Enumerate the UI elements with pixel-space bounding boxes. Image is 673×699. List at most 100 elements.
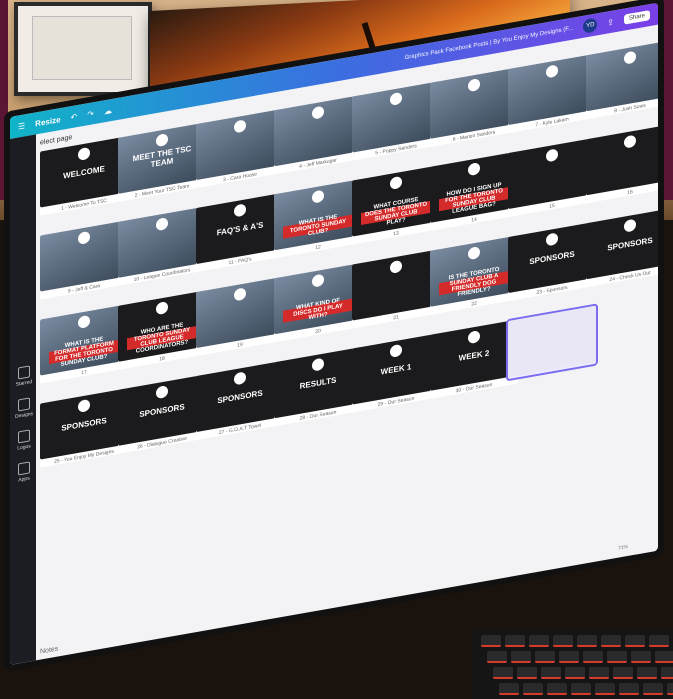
club-logo-icon	[312, 273, 324, 288]
page-grid: WELCOME 1 - Welcome To TSC MEET THE TSC TE…	[40, 39, 658, 639]
club-logo-icon	[546, 64, 558, 79]
club-logo-icon	[312, 189, 324, 204]
page-thumbnail[interactable]: 15	[508, 137, 596, 218]
page-thumbnail[interactable]: WHAT IS THE FORMAT PLATFORM FOR THE TORO…	[40, 304, 128, 384]
page-thumbnail[interactable]: WEEK 2 30 - Our Season	[430, 319, 518, 399]
resize-button[interactable]: Resize	[35, 115, 60, 128]
page-thumbnail[interactable]: 16	[586, 123, 658, 204]
page-thumbnail[interactable]: 19	[196, 276, 284, 357]
club-logo-icon	[624, 134, 636, 149]
page-thumbnail[interactable]: 8 - Josh Sows	[586, 39, 658, 120]
keyboard-key	[631, 651, 651, 663]
page-thumbnail-text	[626, 159, 634, 160]
page-thumbnail-text	[392, 284, 400, 285]
share-button[interactable]: Share	[623, 10, 650, 25]
page-thumbnail[interactable]: WHAT KIND OF DISCS DO I PLAY WITH? 20	[274, 262, 362, 343]
page-thumbnail-text	[548, 89, 556, 90]
page-thumbnail[interactable]: FAQ'S & A'S 11 - FAQ's	[196, 192, 284, 273]
sidebar-item-label: Apps	[18, 475, 30, 484]
club-logo-icon	[624, 218, 636, 233]
page-thumbnail[interactable]	[506, 303, 598, 382]
page-thumbnail-text	[626, 75, 634, 76]
menu-icon[interactable]: ☰	[18, 121, 25, 131]
editor-sidebar: Starred Designs Logos Apps	[10, 134, 36, 665]
page-thumbnail[interactable]: 9 - Jeff & Cara	[40, 220, 128, 300]
club-logo-icon	[624, 50, 636, 65]
page-thumbnail-text	[392, 116, 400, 117]
club-logo-icon	[468, 78, 480, 93]
keyboard-key	[523, 683, 543, 695]
page-thumbnail-image: SPONSORS	[586, 207, 658, 280]
keyboard-key	[565, 667, 585, 679]
keyboard-key	[505, 635, 525, 647]
page-thumbnail-text: SPONSORS	[139, 401, 185, 419]
keyboard-key	[637, 667, 657, 679]
page-thumbnail-text	[548, 173, 556, 174]
page-thumbnail[interactable]: HOW DO I SIGN UP FOR THE TORONTO SUNDAY …	[430, 151, 518, 231]
keyboard-key	[547, 683, 567, 695]
page-thumbnail[interactable]: RESULTS 28 - Our Season	[274, 346, 362, 427]
page-thumbnail[interactable]: 3 - Cara Hoose	[196, 108, 284, 189]
zoom-level[interactable]: 71%	[618, 544, 628, 552]
keyboard-key	[661, 667, 673, 679]
keyboard-key	[487, 651, 507, 663]
club-logo-icon	[234, 287, 246, 302]
club-logo-icon	[390, 343, 402, 358]
page-thumbnail[interactable]: MEET THE TSC TEAM 2 - Meet Your TSC Team	[118, 122, 206, 202]
club-logo-icon	[78, 146, 90, 161]
page-thumbnail[interactable]: 10 - League Coordinators	[118, 206, 206, 286]
page-thumbnail[interactable]: SPONSORS 23 - Sponsors	[508, 221, 596, 302]
club-logo-icon	[156, 133, 168, 148]
undo-icon[interactable]: ↶	[71, 112, 78, 122]
page-thumbnail[interactable]: WELCOME 1 - Welcome To TSC	[40, 136, 128, 216]
page-thumbnail[interactable]: SPONSORS 25 - You Enjoy My Designs	[40, 388, 128, 468]
page-thumbnail-text	[80, 255, 88, 256]
keyboard-key	[517, 667, 537, 679]
club-logo-icon	[234, 119, 246, 134]
page-thumbnail-image	[586, 39, 658, 112]
club-logo-icon	[468, 162, 480, 177]
keyboard-key	[589, 667, 609, 679]
keyboard-key	[493, 667, 513, 679]
page-thumbnail[interactable]: SPONSORS 26 - Dialogue Creative	[118, 374, 206, 454]
cloud-save-icon[interactable]: ☁	[104, 105, 112, 115]
page-thumbnail[interactable]: IS THE TORONTO SUNDAY CLUB A FRIENDLY DO…	[430, 235, 518, 315]
keyboard-key	[583, 651, 603, 663]
logo-icon	[18, 429, 30, 444]
laptop-screen-bezel: ☰ Resize ↶ ↷ ☁ Graphics Pack Facebook Po…	[4, 0, 664, 672]
page-thumbnail-image	[586, 123, 658, 196]
page-thumbnail[interactable]: 5 - Poppy Sanders	[352, 81, 440, 161]
page-thumbnail[interactable]: WHO ARE THE TORONTO SUNDAY CLUB LEAGUE C…	[118, 290, 206, 370]
share-icon[interactable]: ⇪	[607, 17, 614, 27]
keyboard-key	[499, 683, 519, 695]
page-thumbnail[interactable]: WHAT COURSE DOES THE TORONTO SUNDAY CLUB…	[352, 165, 440, 245]
sidebar-item-apps[interactable]: Apps	[14, 461, 34, 485]
club-logo-icon	[390, 175, 402, 190]
redo-icon[interactable]: ↷	[87, 109, 94, 119]
page-thumbnail[interactable]: 4 - Jeff Markogar	[274, 94, 362, 175]
club-logo-icon	[234, 371, 246, 386]
keyboard-key	[577, 635, 597, 647]
club-logo-icon	[78, 314, 90, 329]
notes-button[interactable]: Notes	[40, 645, 58, 655]
page-thumbnail[interactable]: WEEK 1 29 - Our Season	[352, 333, 440, 413]
keyboard-key	[571, 683, 591, 695]
club-logo-icon	[468, 246, 480, 261]
sidebar-item-starred[interactable]: Starred	[14, 365, 34, 389]
page-thumbnail-text: WHAT IS THE FORMAT PLATFORM FOR THE TORO…	[48, 336, 120, 368]
page-thumbnail-text: WHAT IS THE TORONTO SUNDAY CLUB?	[282, 214, 354, 239]
page-thumbnail[interactable]: SPONSORS 24 - Check Us Out	[586, 207, 658, 288]
page-thumbnail-text	[236, 312, 244, 313]
sidebar-item-logos[interactable]: Logos	[14, 429, 34, 453]
page-thumbnail-text: WHO ARE THE TORONTO SUNDAY CLUB LEAGUE C…	[126, 322, 198, 355]
page-thumbnail[interactable]: SPONSORS 27 - G.O.A.T Towel	[196, 360, 284, 441]
page-thumbnail[interactable]: 6 - Marlon Sanders	[430, 67, 518, 147]
page-thumbnail[interactable]: WHAT IS THE TORONTO SUNDAY CLUB? 12	[274, 178, 362, 259]
avatar[interactable]: YD	[583, 17, 598, 34]
wall-accent-right	[663, 0, 673, 200]
page-thumbnail[interactable]: 21	[352, 249, 440, 329]
keyboard-key	[535, 651, 555, 663]
page-thumbnail[interactable]: 7 - Kyle Lakam	[508, 53, 596, 134]
sidebar-item-designs[interactable]: Designs	[14, 397, 34, 421]
keyboard-key	[481, 635, 501, 647]
